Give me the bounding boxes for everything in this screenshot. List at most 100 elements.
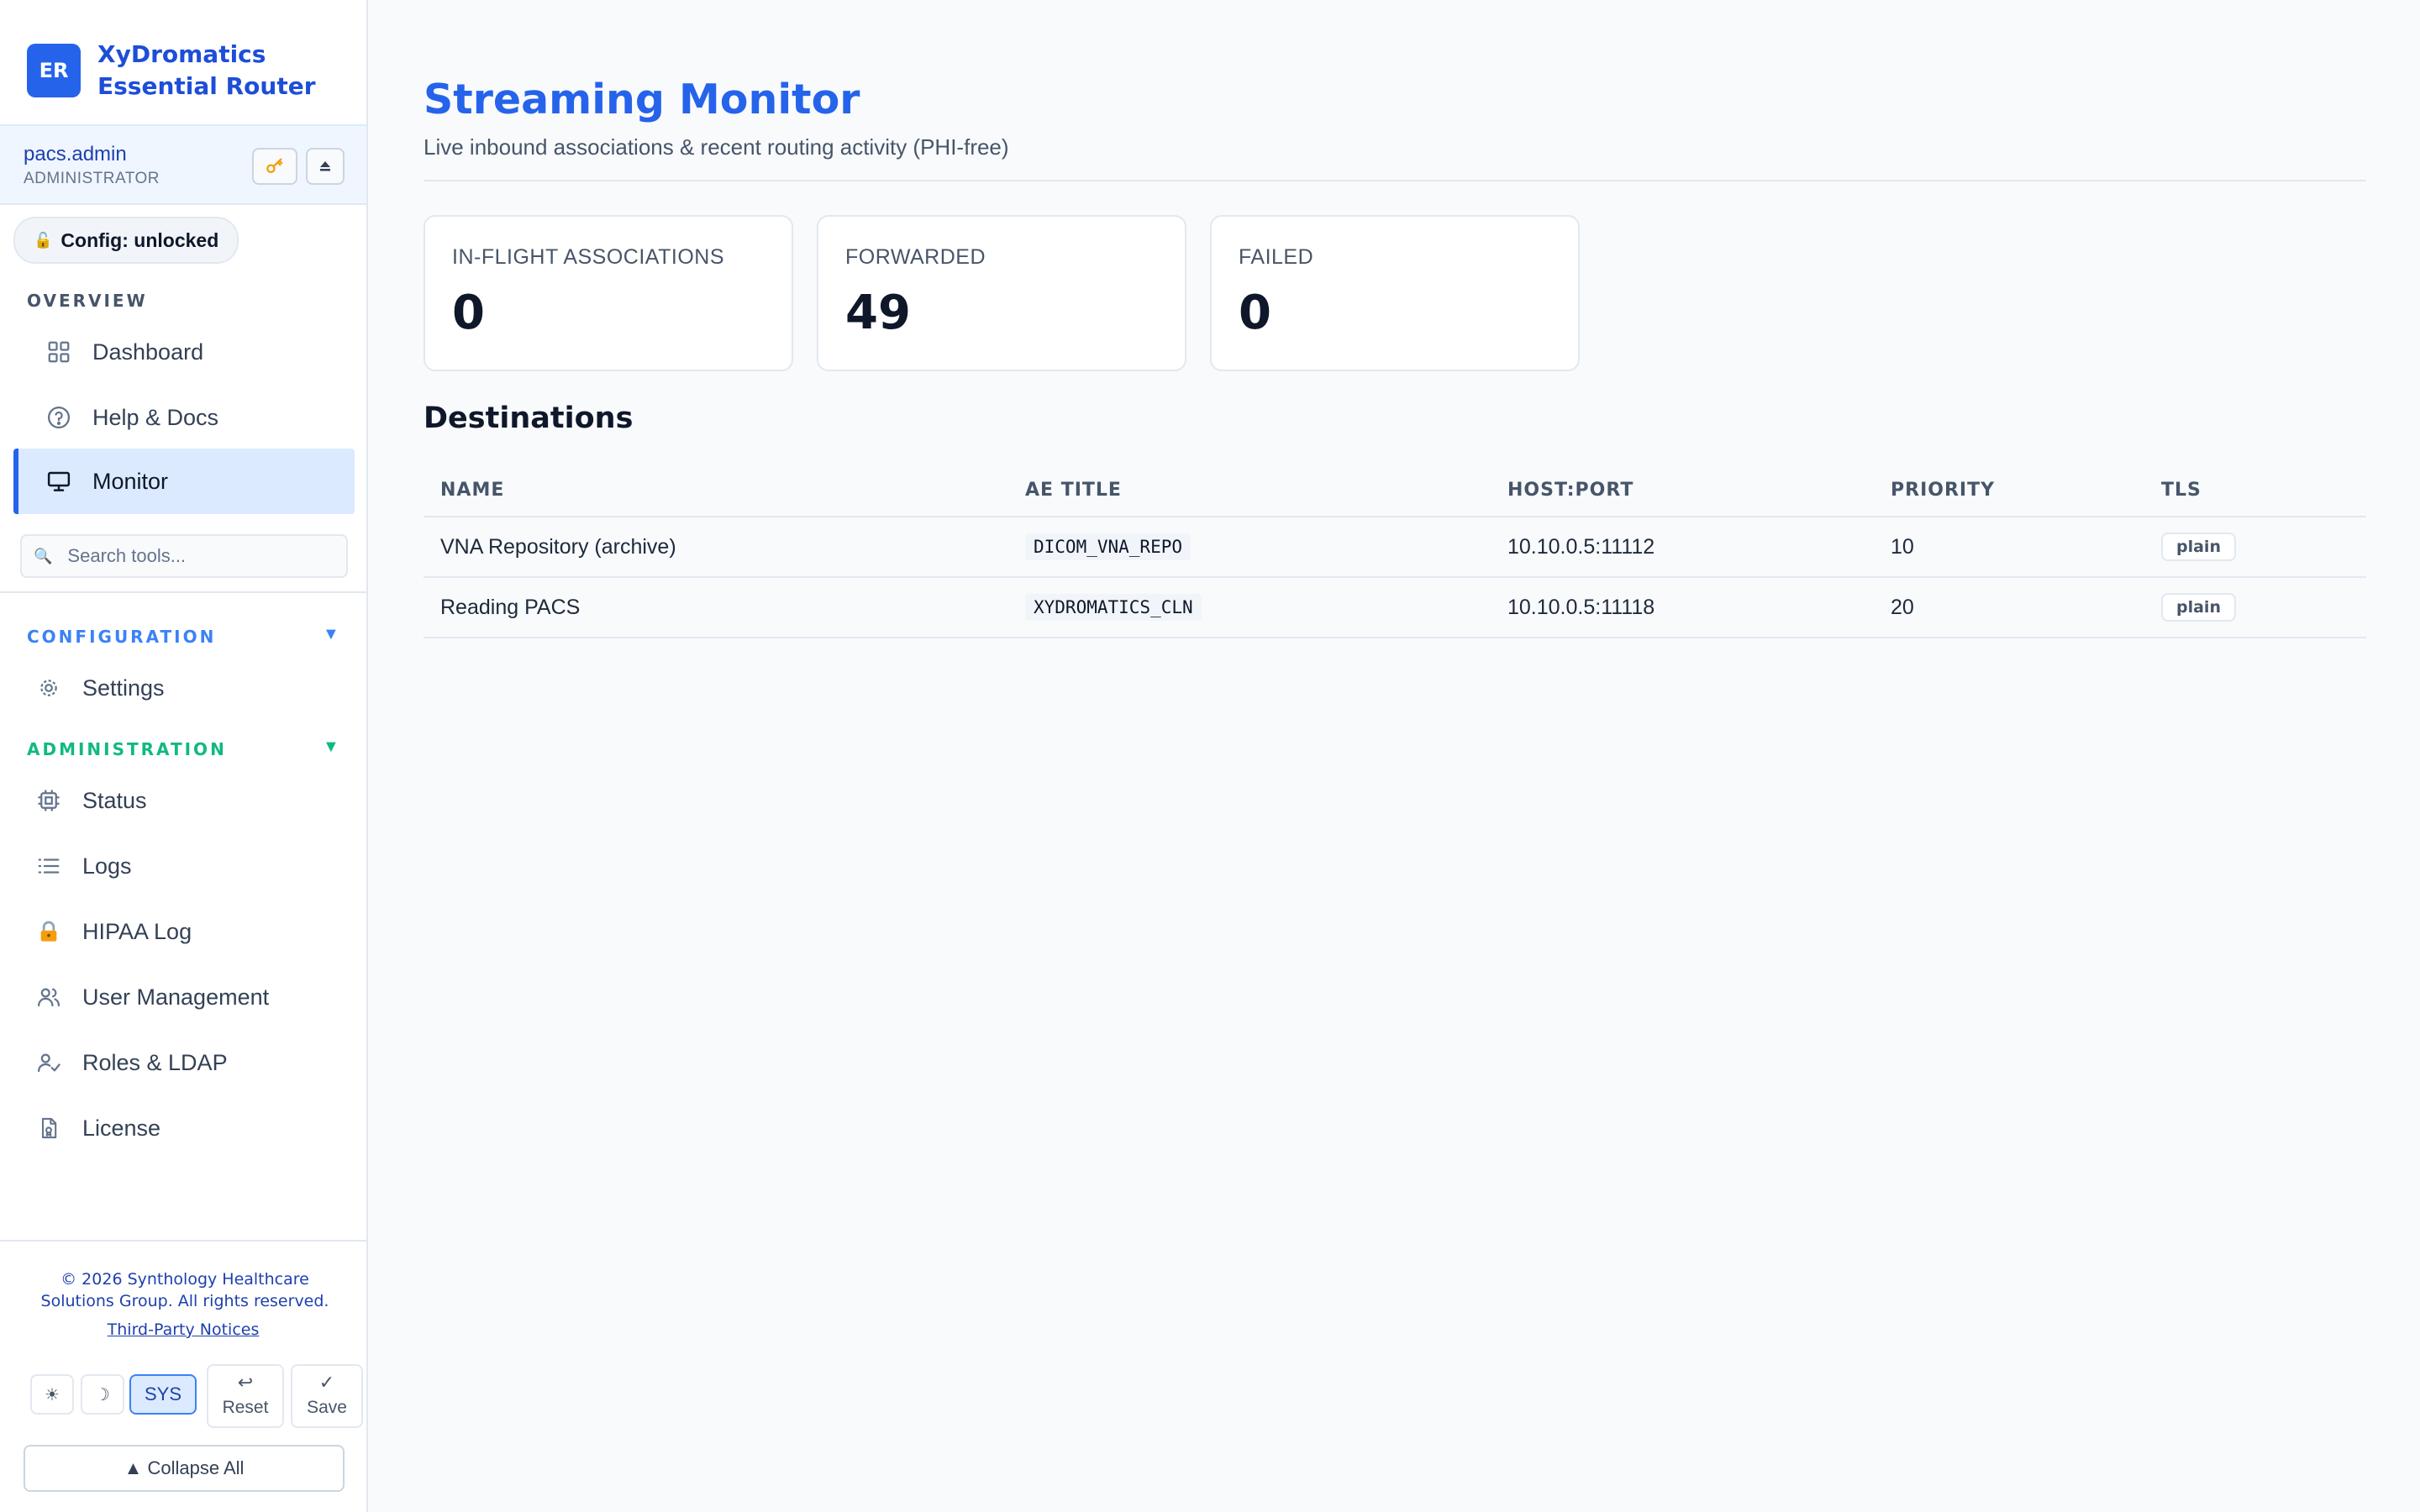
- stat-value: 0: [1239, 286, 1271, 340]
- save-label: Save: [307, 1398, 347, 1417]
- search-icon: 🔍: [34, 547, 53, 564]
- tls-badge: plain: [2161, 533, 2236, 561]
- sidebar-item-status[interactable]: Status: [13, 768, 355, 833]
- user-bar: pacs.admin ADMINISTRATOR: [0, 124, 366, 205]
- sidebar-item-dashboard[interactable]: Dashboard: [13, 319, 355, 385]
- sidebar-item-settings[interactable]: Settings: [13, 655, 355, 721]
- user-name: pacs.admin: [24, 143, 127, 165]
- destination-name: VNA Repository (archive): [440, 534, 676, 559]
- stat-value: 49: [845, 286, 911, 340]
- reset-button[interactable]: ↩ Reset: [207, 1364, 284, 1428]
- page-subtitle: Live inbound associations & recent routi…: [424, 134, 1009, 160]
- sidebar-item-label: Help & Docs: [92, 404, 219, 430]
- brand-name-line1: XyDromatics: [97, 40, 266, 68]
- caret-down-icon[interactable]: ▼: [323, 625, 339, 644]
- column-header-priority[interactable]: PRIORITY: [1891, 464, 1995, 516]
- destination-name: Reading PACS: [440, 595, 581, 619]
- brand[interactable]: ER XyDromatics Essential Router: [27, 39, 316, 102]
- sidebar-item-help-docs[interactable]: Help & Docs: [13, 385, 355, 450]
- sidebar-item-label: Roles & LDAP: [82, 1049, 228, 1075]
- help-circle-icon: [42, 401, 76, 434]
- brand-name-line2: Essential Router: [97, 72, 316, 100]
- section-label-overview: OVERVIEW: [27, 291, 148, 311]
- ae-title-code: DICOM_VNA_REPO: [1025, 533, 1192, 560]
- destination-ae-title: XYDROMATICS_CLN: [1025, 578, 1202, 637]
- theme-dark-button[interactable]: ☽: [81, 1374, 124, 1415]
- destination-priority: 10: [1891, 534, 1914, 559]
- destination-tls: plain: [2161, 517, 2236, 576]
- section-label-administration[interactable]: ADMINISTRATION: [27, 739, 227, 759]
- unlock-icon: 🔓: [34, 231, 53, 249]
- stat-card-in-flight: IN-FLIGHT ASSOCIATIONS 0: [424, 215, 793, 371]
- sidebar-item-label: User Management: [82, 984, 270, 1010]
- destination-host-port: 10.10.0.5:11112: [1507, 534, 1655, 559]
- table-header-row: NAME AE TITLE HOST:PORT PRIORITY TLS: [424, 464, 2366, 517]
- user-role: ADMINISTRATOR: [24, 170, 160, 187]
- destination-priority: 20: [1891, 595, 1914, 619]
- user-check-icon: [32, 1046, 66, 1079]
- sidebar-item-logs[interactable]: Logs: [13, 833, 355, 899]
- sidebar-item-hipaa-log[interactable]: HIPAA Log: [13, 899, 355, 964]
- key-icon: [266, 158, 283, 174]
- change-password-button[interactable]: [252, 148, 297, 185]
- save-button[interactable]: ✓ Save: [291, 1364, 363, 1428]
- check-icon: ✓: [318, 1372, 335, 1393]
- stat-label: FORWARDED: [845, 245, 986, 269]
- destinations-heading: Destinations: [424, 402, 634, 435]
- search-input[interactable]: [66, 544, 322, 568]
- sun-icon: ☀: [45, 1385, 60, 1404]
- destination-tls: plain: [2161, 578, 2236, 637]
- search-tools-box[interactable]: 🔍: [20, 534, 348, 578]
- brand-logo: ER: [27, 44, 81, 97]
- users-icon: [32, 980, 66, 1014]
- collapse-all-button[interactable]: ▲ Collapse All: [24, 1445, 345, 1492]
- stat-card-failed: FAILED 0: [1210, 215, 1580, 371]
- file-icon: [32, 1111, 66, 1145]
- sidebar-item-label: Dashboard: [92, 339, 204, 365]
- sidebar-item-label: HIPAA Log: [82, 918, 192, 944]
- header-divider: [424, 180, 2366, 181]
- reset-label: Reset: [222, 1398, 269, 1417]
- column-header-ae-title[interactable]: AE TITLE: [1025, 464, 1122, 516]
- theme-system-button[interactable]: SYS: [129, 1374, 197, 1415]
- sidebar-item-user-management[interactable]: User Management: [13, 964, 355, 1030]
- grid-icon: [42, 335, 76, 369]
- sidebar-divider: [0, 591, 366, 593]
- sidebar: ER XyDromatics Essential Router pacs.adm…: [0, 0, 368, 1512]
- logout-button[interactable]: [306, 148, 345, 185]
- sidebar-item-label: Logs: [82, 853, 132, 879]
- stat-label: IN-FLIGHT ASSOCIATIONS: [452, 245, 725, 269]
- sidebar-divider: [0, 1240, 366, 1242]
- config-status-label: Config: unlocked: [60, 228, 219, 251]
- sidebar-item-license[interactable]: License: [13, 1095, 355, 1161]
- sidebar-item-roles-ldap[interactable]: Roles & LDAP: [13, 1030, 355, 1095]
- page-title: Streaming Monitor: [424, 76, 860, 123]
- table-row[interactable]: Reading PACS XYDROMATICS_CLN 10.10.0.5:1…: [424, 578, 2366, 638]
- sidebar-item-label: Status: [82, 787, 147, 813]
- destination-ae-title: DICOM_VNA_REPO: [1025, 517, 1192, 576]
- column-header-name[interactable]: NAME: [440, 464, 504, 516]
- moon-icon: ☽: [95, 1385, 110, 1404]
- caret-down-icon[interactable]: ▼: [323, 738, 339, 757]
- stat-value: 0: [452, 286, 485, 340]
- undo-icon: ↩: [237, 1372, 254, 1393]
- copyright-text: © 2026 Synthology Healthcare Solutions G…: [40, 1270, 329, 1310]
- eject-icon: [320, 161, 330, 171]
- monitor-icon: [42, 465, 76, 498]
- stat-card-forwarded: FORWARDED 49: [817, 215, 1186, 371]
- sidebar-item-label: Settings: [82, 675, 165, 701]
- third-party-notices-link[interactable]: Third-Party Notices: [0, 1320, 366, 1339]
- column-header-tls[interactable]: TLS: [2161, 464, 2202, 516]
- column-header-host-port[interactable]: HOST:PORT: [1507, 464, 1634, 516]
- section-label-configuration[interactable]: CONFIGURATION: [27, 627, 216, 647]
- destination-host-port: 10.10.0.5:11118: [1507, 595, 1655, 619]
- destinations-table: NAME AE TITLE HOST:PORT PRIORITY TLS VNA…: [424, 464, 2366, 638]
- cpu-icon: [32, 784, 66, 817]
- sidebar-item-monitor[interactable]: Monitor: [13, 449, 355, 514]
- gear-icon: [32, 671, 66, 705]
- table-row[interactable]: VNA Repository (archive) DICOM_VNA_REPO …: [424, 517, 2366, 578]
- config-lock-toggle[interactable]: 🔓 Config: unlocked: [13, 217, 239, 264]
- lock-icon: [32, 915, 66, 948]
- theme-light-button[interactable]: ☀: [30, 1374, 74, 1415]
- brand-name: XyDromatics Essential Router: [97, 39, 316, 102]
